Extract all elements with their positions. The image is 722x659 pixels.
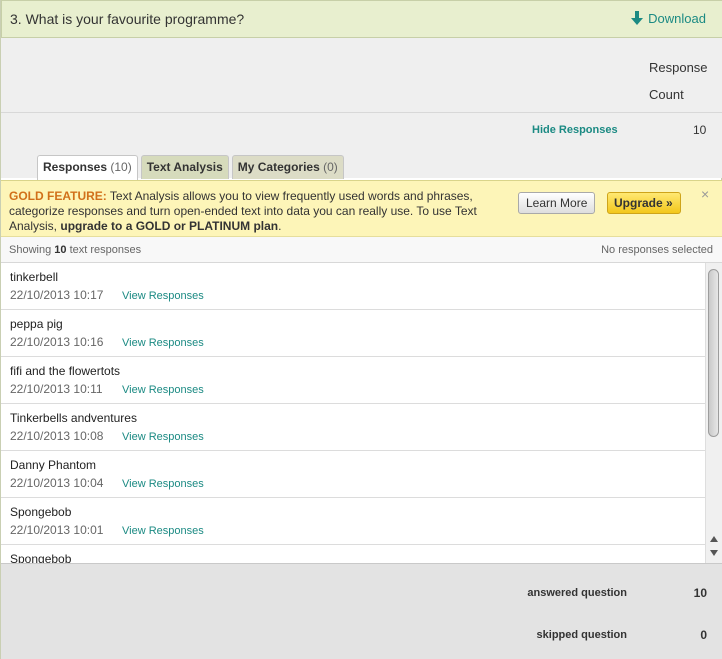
- close-icon[interactable]: ×: [701, 186, 709, 202]
- showing-count-text: Showing 10 text responses: [9, 244, 141, 256]
- view-responses-link[interactable]: View Responses: [122, 290, 204, 302]
- tab-responses[interactable]: Responses (10): [37, 155, 138, 180]
- response-date: 22/10/2013 10:11: [10, 382, 103, 396]
- response-text: fifi and the flowertots: [10, 364, 121, 378]
- list-scrollbar[interactable]: [705, 263, 722, 563]
- response-count-label: Response Count: [649, 54, 713, 108]
- gold-feature-plan: upgrade to a GOLD or PLATINUM plan: [60, 219, 279, 233]
- showing-suffix: text responses: [66, 244, 142, 256]
- view-responses-link[interactable]: View Responses: [122, 337, 204, 349]
- showing-count: 10: [54, 244, 67, 256]
- gold-feature-message: GOLD FEATURE: Text Analysis allows you t…: [9, 189, 499, 234]
- scrollbar-thumb[interactable]: [708, 269, 719, 437]
- response-count-header: Response Count: [1, 38, 722, 113]
- response-date: 22/10/2013 10:04: [10, 476, 104, 490]
- response-text: Tinkerbells andventures: [10, 411, 137, 425]
- responses-toolbar: Showing 10 text responses No responses s…: [1, 237, 722, 263]
- skipped-question-label: skipped question: [536, 629, 627, 641]
- list-item[interactable]: peppa pig 22/10/2013 10:16 View Responses: [1, 310, 705, 357]
- response-text: peppa pig: [10, 317, 63, 331]
- response-date: 22/10/2013 10:01: [10, 523, 104, 537]
- tab-my-categories[interactable]: My Categories (0): [231, 155, 344, 179]
- question-title: 3. What is your favourite programme?: [10, 11, 245, 27]
- view-responses-link[interactable]: View Responses: [122, 525, 204, 537]
- response-count-value: 10: [693, 123, 707, 137]
- gold-feature-label: GOLD FEATURE:: [9, 189, 107, 203]
- skipped-question-value: 0: [700, 628, 707, 642]
- tab-my-categories-count: (0): [323, 160, 338, 174]
- download-link[interactable]: Download: [631, 11, 706, 26]
- list-item[interactable]: Danny Phantom 22/10/2013 10:04 View Respo…: [1, 451, 705, 498]
- view-responses-link[interactable]: View Responses: [122, 478, 204, 490]
- list-item[interactable]: Spongebob: [1, 545, 705, 563]
- response-text: Danny Phantom: [10, 458, 97, 472]
- response-date: 22/10/2013 10:17: [10, 288, 104, 302]
- down-arrow-icon: [631, 11, 644, 26]
- tab-responses-count: (10): [110, 160, 132, 174]
- question-panel: 3. What is your favourite programme? Dow…: [0, 0, 722, 659]
- view-responses-link[interactable]: View Responses: [122, 384, 204, 396]
- selection-status: No responses selected: [601, 244, 713, 256]
- list-item[interactable]: Tinkerbells andventures 22/10/2013 10:08…: [1, 404, 705, 451]
- scroll-down-arrow-icon[interactable]: [710, 550, 718, 556]
- response-list: tinkerbell 22/10/2013 10:17 View Response…: [1, 263, 705, 563]
- list-item[interactable]: tinkerbell 22/10/2013 10:17 View Response…: [1, 263, 705, 310]
- tab-text-analysis-label: Text Analysis: [146, 160, 223, 174]
- scroll-up-arrow-icon[interactable]: [710, 536, 718, 542]
- list-item[interactable]: Spongebob 22/10/2013 10:01 View Responses: [1, 498, 705, 545]
- response-date: 22/10/2013 10:08: [10, 429, 104, 443]
- question-stats: answered question 10 skipped question 0: [1, 563, 722, 659]
- showing-prefix: Showing: [9, 244, 55, 256]
- gold-feature-banner: GOLD FEATURE: Text Analysis allows you t…: [1, 180, 722, 237]
- response-count-label-line2: Count: [649, 87, 684, 102]
- list-item[interactable]: fifi and the flowertots 22/10/2013 10:11…: [1, 357, 705, 404]
- response-text: Spongebob: [10, 552, 72, 563]
- download-label: Download: [648, 11, 706, 26]
- tab-my-categories-label: My Categories: [237, 160, 320, 174]
- gold-feature-end: .: [278, 219, 282, 233]
- answered-question-label: answered question: [527, 587, 627, 599]
- response-date: 22/10/2013 10:16: [10, 335, 104, 349]
- upgrade-button[interactable]: Upgrade »: [607, 192, 681, 214]
- response-text: Spongebob: [10, 505, 72, 519]
- response-tabs: Responses (10) Text Analysis My Categori…: [37, 155, 344, 180]
- response-text: tinkerbell: [10, 270, 59, 284]
- learn-more-button[interactable]: Learn More: [518, 192, 596, 214]
- hide-responses-link[interactable]: Hide Responses: [532, 124, 618, 136]
- question-header: 3. What is your favourite programme? Dow…: [1, 0, 722, 38]
- answered-question-value: 10: [693, 586, 707, 600]
- tab-text-analysis[interactable]: Text Analysis: [140, 155, 229, 179]
- view-responses-link[interactable]: View Responses: [122, 431, 204, 443]
- response-count-label-line1: Response: [649, 60, 708, 75]
- tab-responses-label: Responses: [43, 160, 108, 174]
